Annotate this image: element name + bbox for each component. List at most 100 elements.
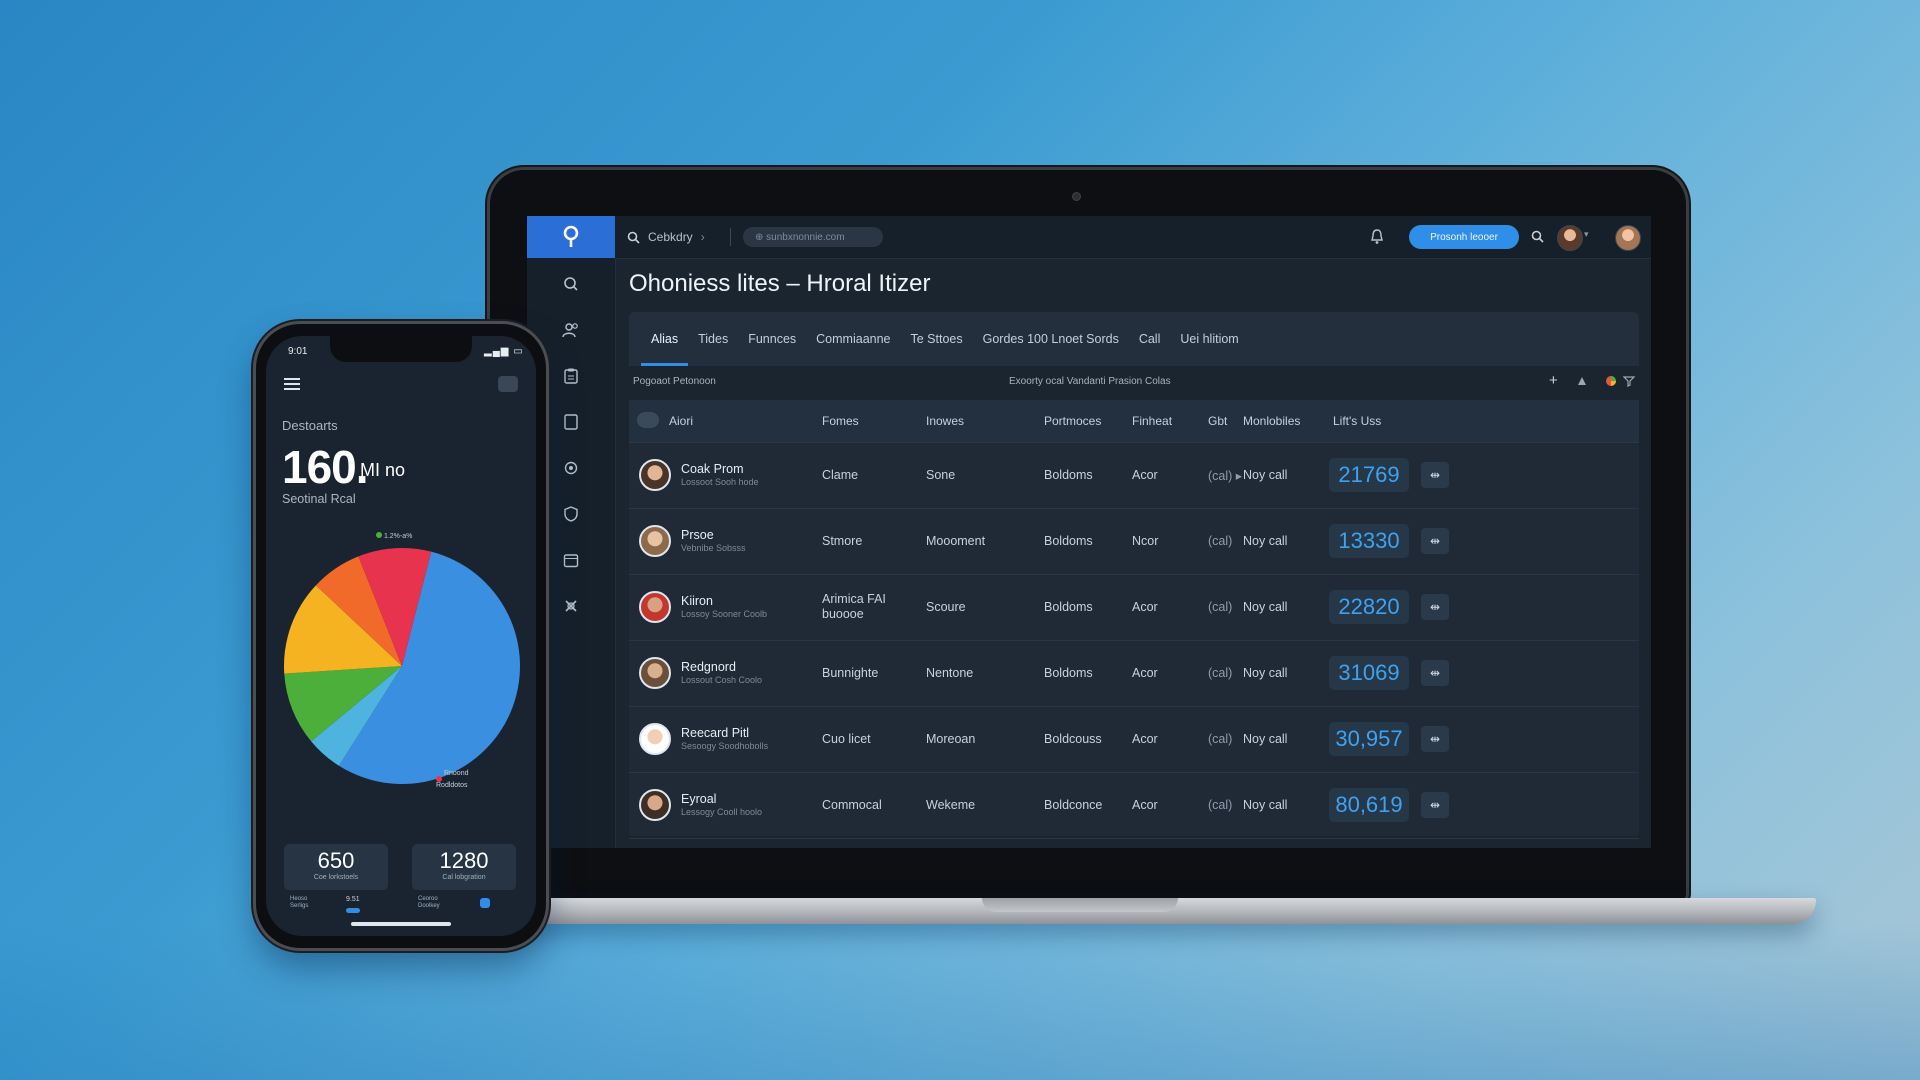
cell-finheat: Acor xyxy=(1132,468,1158,482)
primary-action-button[interactable]: Prosonh leooer xyxy=(1409,225,1519,249)
status-icons: ▂▄▆ ▭ xyxy=(484,346,524,357)
row-subtitle: Vebnibe Sobsss xyxy=(681,543,746,554)
row-person: Kiiron Lossoy Sooner Coolb xyxy=(639,574,767,640)
legend-top-label: 1.2%-a% xyxy=(383,533,413,540)
table-row[interactable]: Redgnord Lossout Cosh Coolo Bunnighte Nento… xyxy=(629,640,1639,707)
breadcrumb-item[interactable]: Cebkdry xyxy=(648,230,693,244)
app-logo[interactable] xyxy=(527,216,615,258)
calendar-icon xyxy=(563,554,579,568)
cell-fomes: Arimica FAI buoooe xyxy=(822,592,886,621)
name-block: Kiiron Lossoy Sooner Coolb xyxy=(681,594,767,620)
cell-finheat: Acor xyxy=(1132,732,1158,746)
row-name: Prsoe xyxy=(681,528,714,543)
avatar xyxy=(639,525,671,557)
laptop-camera xyxy=(1072,192,1081,201)
shield-icon xyxy=(564,506,578,522)
row-expand-button[interactable]: ⇹ xyxy=(1421,726,1449,752)
row-subtitle: Lossoot Sooh hode xyxy=(681,477,759,488)
table-row[interactable]: Kiiron Lossoy Sooner Coolb Arimica FAI buo… xyxy=(629,574,1639,641)
logo-icon xyxy=(563,225,579,247)
table-row[interactable]: Reecard Pitl Sesoogy Soodhobolls Cuo licet… xyxy=(629,706,1639,773)
tab-uei-hlitiom[interactable]: Uei hlitiom xyxy=(1170,312,1248,366)
menu-icon[interactable] xyxy=(284,378,300,390)
row-name: Reecard Pitl xyxy=(681,726,750,741)
tab-gordes[interactable]: Gordes 100 Lnoet Sords xyxy=(973,312,1129,366)
tab-alias[interactable]: Alias xyxy=(641,312,689,366)
table-header: Aiori Fomes Inowes Portmoces Finheat Gbt… xyxy=(629,400,1639,443)
column-header[interactable]: Monlobiles xyxy=(1243,400,1300,442)
cell-monlobiles: Noy call xyxy=(1243,600,1288,614)
row-person: Coak Prom Lossoot Sooh hode xyxy=(639,442,759,508)
bell-icon[interactable] xyxy=(1370,229,1384,245)
table-row[interactable]: Eyroal Lessogy Cooll hoolo Commocal Wekeme B… xyxy=(629,772,1639,839)
breadcrumb: Cebkdry › xyxy=(627,216,705,258)
column-header[interactable]: Finheat xyxy=(1132,400,1172,442)
sidebar-item-users[interactable] xyxy=(527,310,615,350)
select-all-toggle[interactable] xyxy=(637,412,659,428)
url-field[interactable]: ⊕ sunbxnonnie.com xyxy=(743,227,883,247)
sidebar-item-search[interactable] xyxy=(527,264,615,304)
column-header[interactable]: Aiori xyxy=(669,400,693,442)
name-block: Redgnord Lossout Cosh Coolo xyxy=(681,660,762,686)
cell-action: ⇹ xyxy=(1421,772,1449,838)
tab-te-sttoes[interactable]: Te Sttoes xyxy=(901,312,973,366)
tab-funnces[interactable]: Funnces xyxy=(738,312,806,366)
cell-action: ⇹ xyxy=(1421,706,1449,772)
row-expand-button[interactable]: ⇹ xyxy=(1421,528,1449,554)
laptop-screen: Cebkdry › ⊕ sunbxnonnie.com Prosonh leoo… xyxy=(527,216,1651,848)
cell-portmoces: Boldoms xyxy=(1044,468,1093,482)
row-person: Reecard Pitl Sesoogy Soodhobolls xyxy=(639,706,768,772)
footer-right-label: Ceoroo Doolkey xyxy=(418,896,440,910)
cell-gbt: (cal) xyxy=(1208,798,1233,812)
bell-icon[interactable] xyxy=(1577,376,1587,388)
stat-label: Cal lobgration xyxy=(442,874,486,881)
search-icon[interactable] xyxy=(1531,230,1544,243)
cell-finheat: Acor xyxy=(1132,600,1158,614)
toolbar-left-label: Pogoaot Petonoon xyxy=(633,376,716,387)
column-header[interactable]: Inowes xyxy=(926,400,964,442)
row-subtitle: Sesoogy Soodhobolls xyxy=(681,741,769,752)
legend-top: 1.2%-a% xyxy=(376,532,412,540)
divider xyxy=(730,228,731,246)
cell-finheat: Acor xyxy=(1132,666,1158,680)
column-header[interactable]: Fomes xyxy=(822,400,859,442)
stat-card-left[interactable]: 650 Coe lorkstoels xyxy=(284,844,388,890)
chevron-down-icon[interactable]: ▾ xyxy=(1584,229,1589,240)
stat-card-right[interactable]: 1280 Cal lobgration xyxy=(412,844,516,890)
name-block: Coak Prom Lossoot Sooh hode xyxy=(681,462,759,488)
table-row[interactable]: Coak Prom Lossoot Sooh hode Clame Sone Boldo… xyxy=(629,442,1639,509)
chevron-right-icon: › xyxy=(700,230,705,244)
row-subtitle: Lossoy Sooner Coolb xyxy=(681,609,768,620)
tab-commiaanne[interactable]: Commiaanne xyxy=(806,312,900,366)
footer-action-icon[interactable] xyxy=(480,898,490,908)
column-header[interactable]: Lift's Uss xyxy=(1333,400,1381,442)
row-expand-button[interactable]: ⇹ xyxy=(1421,660,1449,686)
table-row[interactable]: Prsoe Vebnibe Sobsss Stmore Moooment Boldoms… xyxy=(629,508,1639,575)
home-indicator[interactable] xyxy=(351,922,451,926)
column-header[interactable]: Portmoces xyxy=(1044,400,1101,442)
tab-call[interactable]: Call xyxy=(1129,312,1171,366)
column-header[interactable]: Gbt xyxy=(1208,400,1227,442)
pie-chart xyxy=(284,548,520,784)
phone-subtitle: Seotinal Rcal xyxy=(282,492,356,506)
color-icon[interactable] xyxy=(1605,375,1617,387)
cell-gbt: (cal) xyxy=(1208,732,1233,746)
cell-monlobiles: Noy call xyxy=(1243,798,1288,812)
user-avatar[interactable] xyxy=(1615,225,1641,251)
cell-portmoces: Boldcouss xyxy=(1044,732,1102,746)
avatar[interactable] xyxy=(1557,225,1583,251)
row-name: Kiiron xyxy=(681,594,713,609)
tab-tides[interactable]: Tides xyxy=(688,312,738,366)
row-person: Redgnord Lossout Cosh Coolo xyxy=(639,640,762,706)
avatar xyxy=(639,723,671,755)
row-expand-button[interactable]: ⇹ xyxy=(1421,792,1449,818)
profile-icon[interactable] xyxy=(498,376,518,392)
cell-gbt: (cal) xyxy=(1208,666,1233,680)
row-expand-button[interactable]: ⇹ xyxy=(1421,462,1449,488)
search-icon[interactable] xyxy=(627,231,640,244)
add-icon[interactable]: + xyxy=(1549,372,1558,389)
avatar xyxy=(639,459,671,491)
row-expand-button[interactable]: ⇹ xyxy=(1421,594,1449,620)
value-chip: 13330 xyxy=(1329,524,1409,558)
filter-icon[interactable] xyxy=(1623,375,1635,387)
